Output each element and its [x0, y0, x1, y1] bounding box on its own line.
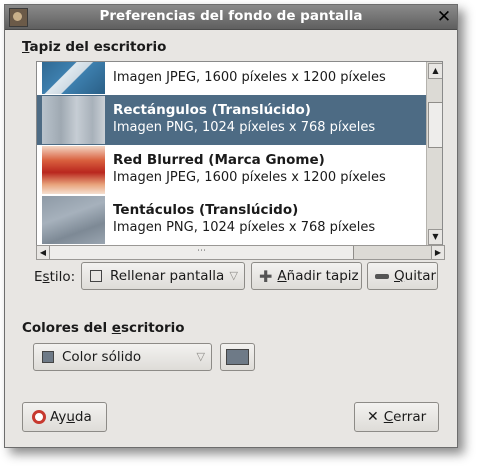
color-swatch	[226, 349, 249, 365]
label-accel: s	[42, 269, 50, 285]
add-wallpaper-button[interactable]: ✚ Añadir tapiz	[251, 262, 362, 290]
wallpaper-name: Red Blurred (Marca Gnome)	[113, 152, 325, 168]
wallpaper-name: Rectángulos (Translúcido)	[113, 102, 311, 118]
color-mode-selected: Color sólido	[62, 349, 142, 365]
wallpaper-item-selected[interactable]: Rectángulos (Translúcido) Imagen PNG, 10…	[37, 95, 426, 145]
label-accel: C	[383, 409, 394, 425]
color-picker-button[interactable]	[220, 343, 255, 371]
label-part: Colores del	[22, 320, 112, 336]
preferences-window: Preferencias del fondo de pantalla ✕ Tap…	[4, 4, 458, 448]
label-part: Ay	[50, 409, 67, 425]
close-icon: ✕	[367, 409, 379, 425]
label-part: uitar	[404, 268, 437, 284]
button-label: Añadir tapiz	[277, 268, 358, 284]
remove-wallpaper-button[interactable]: Quitar	[367, 262, 438, 290]
window-title: Preferencias del fondo de pantalla	[99, 8, 363, 24]
style-icon	[90, 270, 102, 282]
wallpaper-thumbnail	[42, 196, 105, 244]
label-part: ñadir tapiz	[286, 268, 359, 284]
plus-icon: ✚	[259, 266, 273, 286]
minus-icon	[375, 273, 389, 279]
button-label: Quitar	[394, 268, 436, 284]
help-button[interactable]: Ayuda	[22, 402, 107, 432]
vertical-scroll-thumb[interactable]	[428, 102, 442, 148]
scroll-left-icon[interactable]: ◀	[37, 246, 50, 259]
label-accel: A	[277, 268, 287, 284]
label-accel: e	[111, 320, 121, 336]
horizontal-scrollbar[interactable]: ◀ ⋯ ▶	[36, 245, 445, 260]
wallpaper-thumbnail	[42, 96, 105, 144]
style-dropdown[interactable]: Rellenar pantalla ▽	[81, 262, 245, 290]
colors-section-label: Colores del escritorio	[22, 320, 185, 336]
style-selected: Rellenar pantalla	[110, 268, 225, 284]
wallpaper-item[interactable]: Imagen JPEG, 1600 píxeles x 1200 píxeles	[37, 62, 426, 95]
scroll-up-icon[interactable]: ▲	[428, 63, 442, 79]
button-label: Cerrar	[384, 409, 426, 425]
style-label: Estilo:	[34, 269, 75, 285]
wallpaper-desc: Imagen PNG, 1024 píxeles x 768 píxeles	[113, 220, 376, 235]
scroll-right-icon[interactable]: ▶	[431, 246, 444, 259]
close-button[interactable]: ✕ Cerrar	[354, 402, 439, 432]
wallpaper-desc: Imagen JPEG, 1600 píxeles x 1200 píxeles	[113, 170, 386, 185]
wallpaper-item[interactable]: Tentáculos (Translúcido) Imagen PNG, 102…	[37, 195, 426, 245]
button-label: Ayuda	[50, 409, 92, 425]
vertical-scrollbar[interactable]: ▲ ▼	[426, 62, 442, 246]
label-part: da	[74, 409, 92, 425]
color-mode-dropdown[interactable]: Color sólido ▽	[33, 343, 212, 371]
wallpaper-item[interactable]: Red Blurred (Marca Gnome) Imagen JPEG, 1…	[37, 145, 426, 195]
label-part: tilo:	[49, 269, 76, 285]
label-accel: Q	[394, 268, 405, 284]
chevron-down-icon: ▽	[196, 350, 205, 363]
label-part: scritorio	[120, 320, 185, 336]
wallpaper-thumbnail	[42, 62, 105, 94]
wallpaper-thumbnail	[42, 146, 105, 194]
help-icon	[32, 410, 46, 424]
wallpaper-list[interactable]: Imagen JPEG, 1600 píxeles x 1200 píxeles…	[36, 61, 443, 247]
horizontal-scroll-thumb[interactable]: ⋯	[50, 246, 354, 259]
scroll-down-icon[interactable]: ▼	[428, 229, 442, 245]
label-part: apiz del escritorio	[29, 39, 167, 55]
wallpaper-desc: Imagen PNG, 1024 píxeles x 768 píxeles	[113, 120, 376, 135]
wallpaper-section-label: Tapiz del escritorio	[22, 39, 166, 55]
titlebar[interactable]: Preferencias del fondo de pantalla ✕	[5, 5, 457, 30]
close-window-icon[interactable]: ✕	[434, 7, 454, 27]
chevron-down-icon: ▽	[229, 269, 238, 282]
label-accel: u	[66, 409, 75, 425]
wallpaper-desc: Imagen JPEG, 1600 píxeles x 1200 píxeles	[113, 70, 386, 85]
label-part: E	[34, 269, 43, 285]
label-part: errar	[393, 409, 427, 425]
color-mode-icon	[42, 351, 54, 363]
wallpaper-rows: Imagen JPEG, 1600 píxeles x 1200 píxeles…	[37, 62, 426, 245]
wallpaper-name: Tentáculos (Translúcido)	[113, 202, 299, 218]
